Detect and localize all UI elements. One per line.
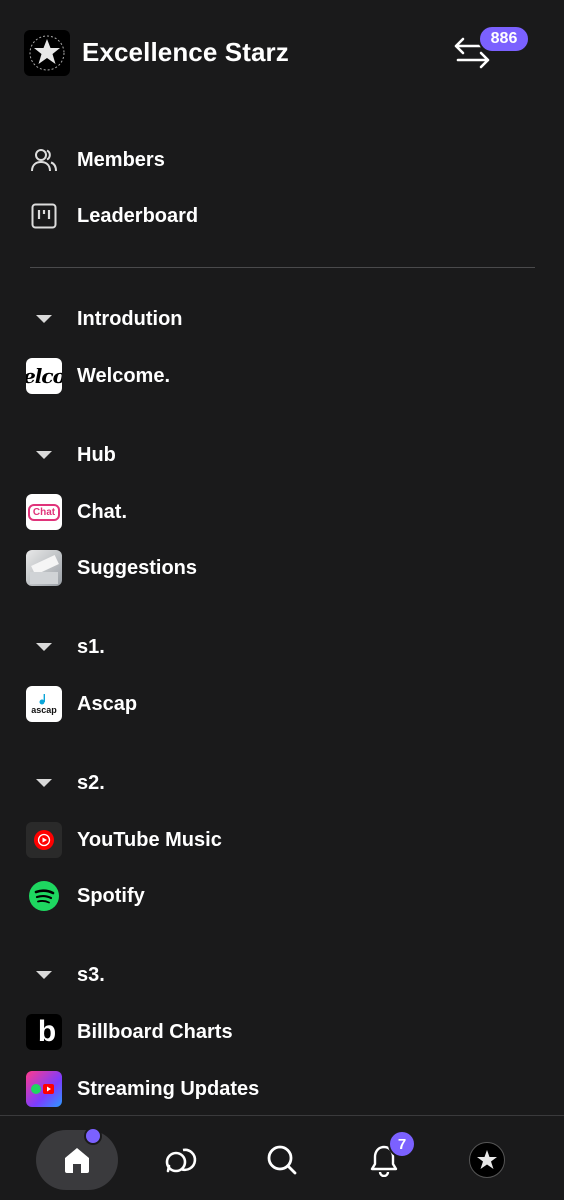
ascap-icon: ascap [26,686,62,722]
caret-down-icon [36,643,52,651]
channel-welcome[interactable]: elco Welcome. [0,353,564,399]
channel-billboard-charts[interactable]: b Billboard Charts [0,1009,564,1055]
youtube-music-icon [26,822,62,858]
channel-streaming-updates[interactable]: Streaming Updates [0,1066,564,1112]
spotify-icon [26,878,62,914]
suggestions-icon [26,550,62,586]
category-hub[interactable]: Hub [0,435,564,475]
category-label: s3. [77,963,105,986]
caret-down-icon [36,971,52,979]
bottom-nav-bar: 7 [0,1115,564,1200]
streaming-updates-icon [26,1071,62,1107]
channel-label: Chat. [77,500,127,523]
server-name[interactable]: Excellence Starz [82,37,289,68]
channel-label: Spotify [77,884,145,907]
search-icon [267,1145,297,1175]
members-icon [30,146,58,174]
channel-ascap[interactable]: ascap Ascap [0,681,564,727]
nav-item-leaderboard[interactable]: Leaderboard [0,193,564,239]
divider [30,267,535,268]
channel-label: Welcome. [77,364,170,387]
nav-item-members[interactable]: Members [0,137,564,183]
chat-icon: Chat [26,494,62,530]
nav-item-label: Leaderboard [77,204,199,227]
home-unread-dot [84,1127,102,1145]
category-label: s1. [77,635,105,658]
category-s3[interactable]: s3. [0,955,564,995]
avatar [469,1142,505,1178]
channel-label: Streaming Updates [77,1077,260,1100]
leaderboard-icon [30,202,58,230]
server-logo[interactable] [24,30,70,76]
category-introdution[interactable]: Introdution [0,299,564,339]
channel-label: YouTube Music [77,828,222,851]
welcome-icon: elco [26,358,62,394]
server-header: Excellence Starz 886 [0,0,564,110]
channel-label: Ascap [77,692,138,715]
tab-home[interactable] [36,1127,118,1190]
billboard-icon: b [26,1014,62,1050]
channel-chat[interactable]: Chat Chat. [0,489,564,535]
category-s2[interactable]: s2. [0,763,564,803]
category-label: Introdution [77,307,183,330]
star-logo-icon [29,35,65,71]
caret-down-icon [36,451,52,459]
messages-icon [165,1148,197,1173]
caret-down-icon [36,779,52,787]
home-icon [65,1148,89,1173]
category-label: Hub [77,443,116,466]
category-label: s2. [77,771,105,794]
channel-spotify[interactable]: Spotify [0,873,564,919]
tab-search[interactable] [252,1130,312,1190]
switch-count-badge: 886 [478,25,530,53]
notification-count-badge: 7 [388,1130,416,1158]
channel-youtube-music[interactable]: YouTube Music [0,817,564,863]
caret-down-icon [36,315,52,323]
channel-label: Suggestions [77,556,198,579]
tab-notifications[interactable]: 7 [354,1130,416,1190]
star-avatar-icon [477,1150,497,1169]
tab-profile[interactable] [457,1130,517,1190]
channel-label: Billboard Charts [77,1020,233,1043]
tab-messages[interactable] [150,1130,210,1190]
category-s1[interactable]: s1. [0,627,564,667]
nav-item-label: Members [77,148,165,171]
channel-suggestions[interactable]: Suggestions [0,545,564,591]
